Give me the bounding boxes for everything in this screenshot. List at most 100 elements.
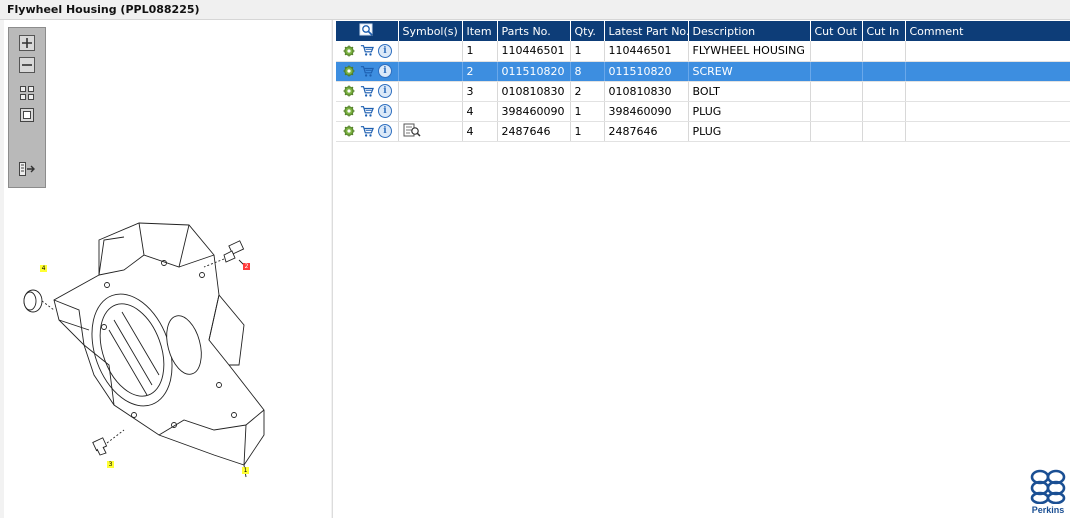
info-icon[interactable]: i [378,43,392,58]
column-header-cut-out[interactable]: Cut Out [810,21,863,41]
column-header-preview[interactable] [336,21,399,41]
cell-latest-part-no[interactable]: 010810830 [604,81,689,102]
cell-comment [905,61,1070,82]
cell-qty: 2 [570,81,605,102]
cell-cut-out [810,81,863,102]
cell-qty: 8 [570,61,605,82]
cell-item: 4 [462,121,498,142]
cell-description: PLUG [688,121,811,142]
cell-qty: 1 [570,121,605,142]
cart-icon[interactable] [360,84,374,98]
zoom-in-icon [19,35,35,51]
cell-symbol [398,101,463,122]
fit-page-icon [20,86,34,100]
cell-description: SCREW [688,61,811,82]
column-header-item[interactable]: Item [462,21,498,41]
cell-parts-no[interactable]: 398460090 [497,101,571,122]
cell-description: BOLT [688,81,811,102]
cell-symbol [398,61,463,82]
table-row[interactable]: i 2 011510820 8 011510820 SCREW [336,61,1070,82]
cell-cut-in [862,121,906,142]
callout-3[interactable]: 3 [107,461,114,468]
cell-parts-no[interactable]: 010810830 [497,81,571,102]
cell-symbol [398,81,463,102]
cell-parts-no[interactable]: 110446501 [497,41,571,62]
table-header-row: Symbol(s) Item Parts No. Qty. Latest Par… [336,21,1070,41]
cell-cut-out [810,41,863,62]
cell-qty: 1 [570,101,605,122]
cell-comment [905,121,1070,142]
gear-icon[interactable] [342,104,356,118]
cell-cut-in [862,61,906,82]
actual-size-icon [20,108,34,122]
gear-icon[interactable] [342,124,356,138]
cell-comment [905,101,1070,122]
cell-description: PLUG [688,101,811,122]
preview-search-icon [359,23,373,36]
cell-item: 3 [462,81,498,102]
column-header-comment[interactable]: Comment [905,21,1070,41]
info-icon[interactable]: i [378,84,392,98]
gear-icon[interactable] [342,84,356,98]
parts-table: Symbol(s) Item Parts No. Qty. Latest Par… [336,21,1070,142]
window-title: Flywheel Housing (PPL088225) [7,3,200,16]
cell-qty: 1 [570,41,605,62]
info-icon[interactable]: i [378,64,392,78]
row-actions: i [336,101,399,122]
cart-icon[interactable] [360,44,374,58]
cell-description: FLYWHEEL HOUSING [688,41,811,62]
cart-icon[interactable] [360,64,374,78]
cell-latest-part-no[interactable]: 110446501 [604,41,689,62]
callout-4[interactable]: 4 [40,265,47,272]
title-bar: Flywheel Housing (PPL088225) [0,0,1070,20]
cell-cut-out [810,121,863,142]
info-icon[interactable]: i [378,104,392,118]
table-row[interactable]: i 3 010810830 2 010810830 BOLT [336,81,1070,102]
parts-list-panel: Symbol(s) Item Parts No. Qty. Latest Par… [334,20,1070,518]
callout-1[interactable]: 1 [242,467,249,474]
table-row[interactable]: i 4 398460090 1 398460090 PLUG [336,101,1070,122]
cart-icon[interactable] [360,124,374,138]
column-header-latest-part-no[interactable]: Latest Part No. [604,21,689,41]
cell-symbol [398,121,463,142]
cell-parts-no[interactable]: 011510820 [497,61,571,82]
cell-latest-part-no[interactable]: 011510820 [604,61,689,82]
cell-item: 4 [462,101,498,122]
row-actions: i [336,81,399,102]
cell-symbol [398,41,463,62]
zoom-out-icon [19,57,35,73]
table-row[interactable]: i 4 2487646 1 2487646 PLUG [336,121,1070,142]
exploded-view-icon [23,222,265,478]
flywheel-housing-drawing[interactable]: 4 2 3 1 [14,215,324,488]
column-header-cut-in[interactable]: Cut In [862,21,906,41]
cell-item: 1 [462,41,498,62]
cell-cut-in [862,41,906,62]
gear-icon[interactable] [342,44,356,58]
column-header-description[interactable]: Description [688,21,811,41]
actual-size-button[interactable] [17,106,37,124]
cell-parts-no[interactable]: 2487646 [497,121,571,142]
cell-cut-out [810,61,863,82]
callout-2[interactable]: 2 [243,263,250,270]
export-list-icon [19,162,35,176]
info-icon[interactable]: i [378,124,392,138]
export-list-button[interactable] [17,160,37,178]
cell-latest-part-no[interactable]: 398460090 [604,101,689,122]
gear-icon[interactable] [342,64,356,78]
perkins-logo: Perkins [1028,468,1068,516]
perkins-logo-icon [1030,469,1066,505]
column-header-qty[interactable]: Qty. [570,21,605,41]
cart-icon[interactable] [360,104,374,118]
zoom-out-button[interactable] [17,56,37,74]
zoom-in-button[interactable] [17,34,37,52]
fit-page-button[interactable] [17,84,37,102]
table-row[interactable]: i 1 110446501 1 110446501 FLYWHEEL HOUSI… [336,41,1070,62]
cell-item: 2 [462,61,498,82]
row-actions: i [336,41,399,62]
cell-cut-in [862,101,906,122]
column-header-symbols[interactable]: Symbol(s) [398,21,463,41]
cell-comment [905,41,1070,62]
cell-latest-part-no[interactable]: 2487646 [604,121,689,142]
viewer-toolbox [8,27,46,188]
column-header-parts-no[interactable]: Parts No. [497,21,571,41]
